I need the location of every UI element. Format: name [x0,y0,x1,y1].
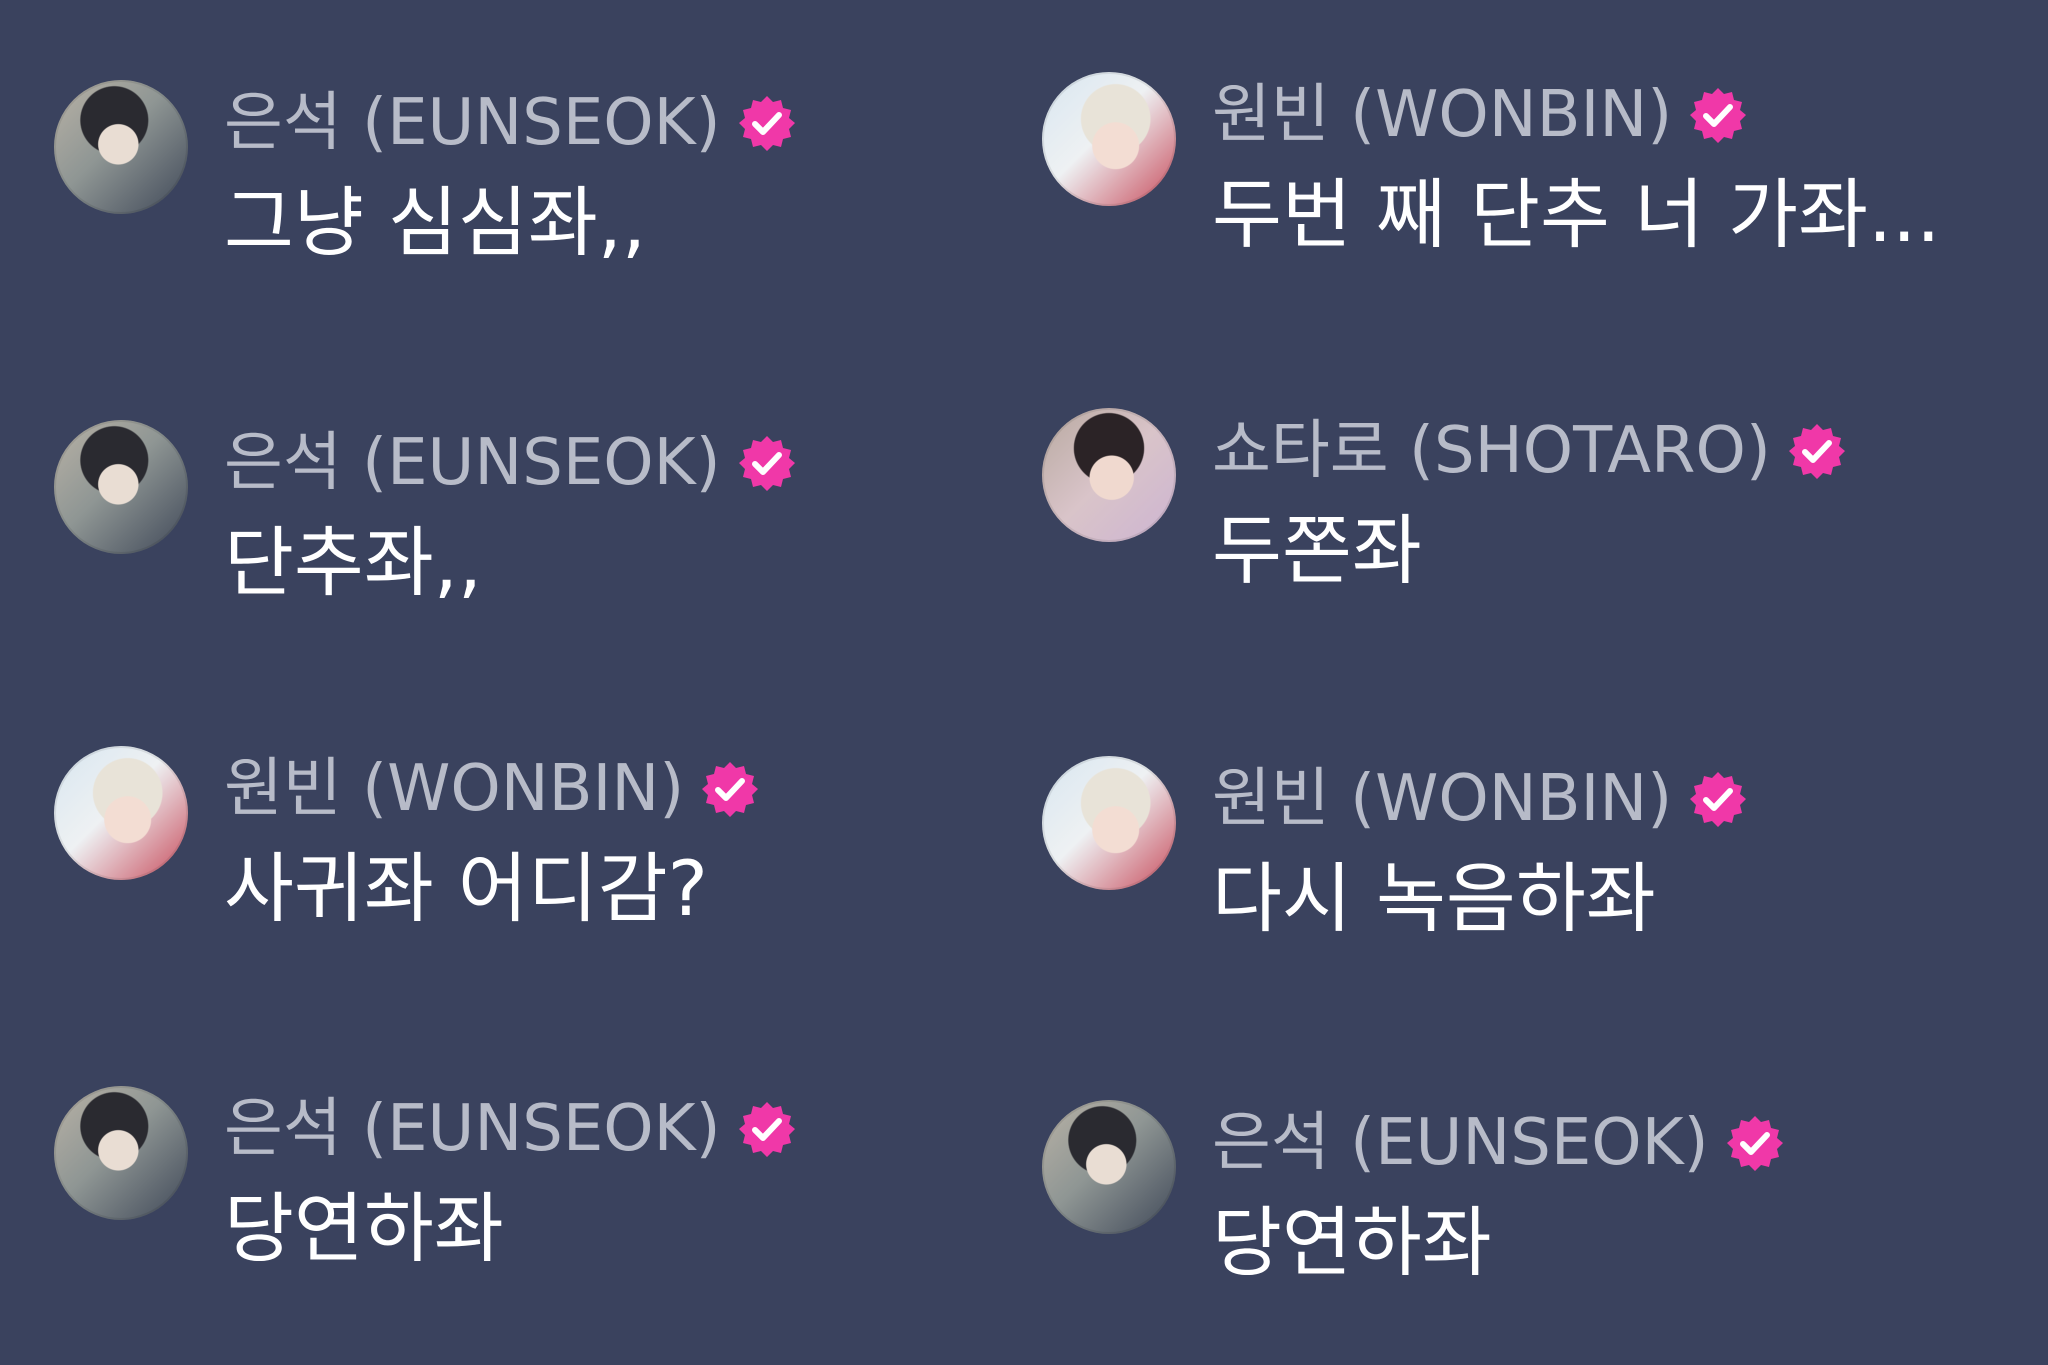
sender-name[interactable]: 원빈 (WONBIN) [224,744,684,834]
sender-name[interactable]: 은석 (EUNSEOK) [224,1084,721,1174]
verified-badge-icon [702,762,759,817]
verified-badge-icon [738,96,795,151]
sender-name[interactable]: 은석 (EUNSEOK) [1212,1098,1709,1188]
message-text: 단추좌,, [224,518,483,607]
wonbin-avatar[interactable] [54,746,188,880]
message-text: 두쫀좌 [1212,506,1422,595]
verified-badge-icon [1690,772,1747,827]
message-text: 그냥 심심좌,, [224,178,647,267]
wonbin-avatar[interactable] [1042,72,1176,206]
verified-badge-icon [1788,424,1845,479]
sender-name[interactable]: 쇼타로 (SHOTARO) [1212,406,1771,496]
sender-name[interactable]: 은석 (EUNSEOK) [224,418,721,508]
sender-name[interactable]: 원빈 (WONBIN) [1212,70,1672,160]
message-text: 다시 녹음하좌 [1212,854,1656,943]
verified-badge-icon [1726,1116,1783,1171]
eunseok-avatar[interactable] [54,80,188,214]
chat-feed: 은석 (EUNSEOK) 그냥 심심좌,, 원빈 (WONBIN) 두번 째 단… [0,0,2048,1365]
eunseok-avatar[interactable] [54,420,188,554]
eunseok-avatar[interactable] [54,1086,188,1220]
sender-name[interactable]: 은석 (EUNSEOK) [224,78,721,168]
verified-badge-icon [738,1102,795,1157]
message-text: 두번 째 단추 너 가좌... [1212,170,1941,259]
wonbin-avatar[interactable] [1042,756,1176,890]
shotaro-avatar[interactable] [1042,408,1176,542]
eunseok-avatar[interactable] [1042,1100,1176,1234]
message-text: 당연하좌 [224,1184,504,1273]
sender-name[interactable]: 원빈 (WONBIN) [1212,754,1672,844]
verified-badge-icon [1690,88,1747,143]
message-text: 당연하좌 [1212,1198,1492,1287]
message-text: 사귀좌 어디감? [224,844,709,933]
verified-badge-icon [738,436,795,491]
